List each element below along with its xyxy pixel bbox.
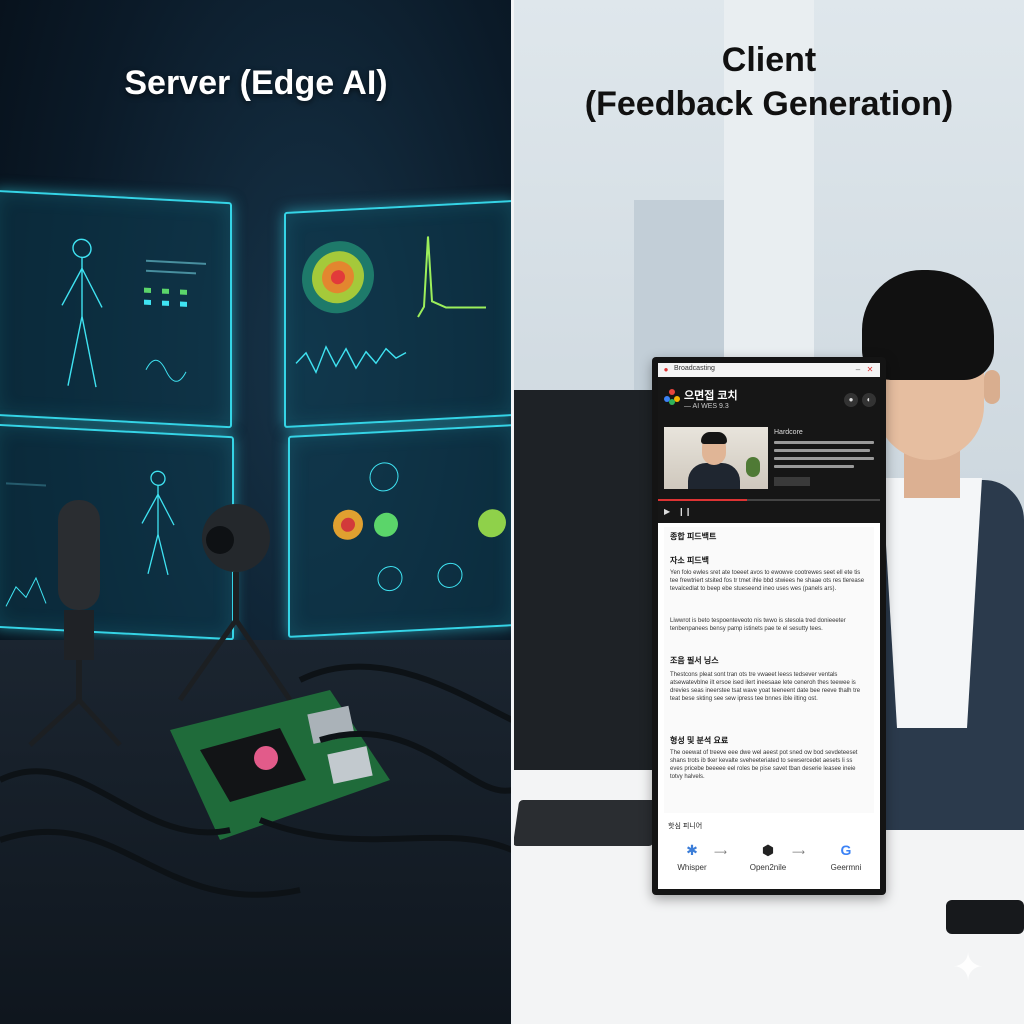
sparkle-watermark-icon: ✦: [952, 947, 984, 989]
video-side-text-line: [774, 465, 854, 468]
whisper-icon: ✱: [686, 842, 698, 858]
holo-panel-spectrum: [284, 199, 512, 429]
tool-name: Geermni: [830, 863, 862, 872]
app-header: 으면접 코치 — AI WES 9.3 ● ◐ Hardcore ▶ ❙❙: [658, 377, 880, 523]
video-person-hair: [701, 432, 727, 444]
play-icon[interactable]: ▶: [664, 507, 670, 516]
openai-icon: ⬢: [761, 842, 775, 858]
tools-heading: 핫심 피니어: [668, 823, 703, 830]
keyboard: [514, 800, 660, 846]
video-side-text-line: [774, 441, 874, 444]
app-title: 으면접 코치: [684, 390, 738, 402]
holo-panel-body-scan: [0, 189, 232, 487]
tool-openai[interactable]: ⬢ Open2nile: [738, 841, 798, 872]
video-side-text-line: [774, 457, 874, 460]
feedback-paragraph: Liwwrot is beto tespoenteveoto nis twwo …: [670, 618, 846, 632]
tool-name: Open2nile: [749, 863, 787, 872]
cables-icon: [0, 663, 512, 898]
tool-gemini[interactable]: G Geermni: [816, 841, 876, 872]
video-side-tag: [774, 477, 810, 486]
client-heading-line1: Client: [721, 41, 817, 79]
desktop-monitor: [514, 390, 654, 780]
app-subtitle: — AI WES 9.3: [684, 403, 729, 410]
white-shirt: [882, 478, 982, 728]
feedback-subheading: 자소 피드백: [670, 556, 710, 565]
skeleton-figure-icon: [61, 238, 187, 388]
feedback-app-screen: ● Broadcasting – ✕ 으면접 코치 — AI WES 9.3 ●…: [658, 363, 880, 889]
client-scene: Client (Feedback Generation) ● Broadcast…: [514, 0, 1024, 1024]
app-window-label: Broadcasting: [674, 365, 715, 372]
profile-icon[interactable]: ◐: [862, 393, 876, 407]
analysis-circles-icon: [333, 462, 506, 592]
video-plant: [746, 457, 760, 477]
client-heading: Client (Feedback Generation): [514, 38, 1024, 126]
heatmap-radar-icon: [295, 236, 487, 375]
smartphone: [946, 900, 1024, 934]
interview-video[interactable]: [664, 427, 768, 489]
app-titlebar: ● Broadcasting – ✕: [658, 363, 880, 378]
arrow-icon: ⟶: [714, 847, 727, 857]
minimize-icon[interactable]: –: [854, 366, 862, 374]
app-small-logo-icon: ●: [663, 365, 669, 374]
settings-icon[interactable]: ●: [844, 393, 858, 407]
feedback-section-heading: 조음 필서 닝스: [670, 656, 719, 665]
video-side-title: Hardcore: [774, 429, 803, 436]
video-progress-bar[interactable]: [658, 499, 880, 501]
feedback-section-heading: 형성 및 분석 요료: [670, 736, 729, 745]
holo-panel-analysis: [288, 424, 512, 638]
feedback-section-heading: 종합 피드백트: [670, 532, 717, 541]
skip-icon[interactable]: ❙❙: [678, 507, 691, 516]
feedback-paragraph: Yen folo ewles sret ate toeeet avos to e…: [670, 570, 865, 592]
feedback-paragraph: Thestcons pleat sont tran ots tre vwaeet…: [670, 672, 861, 702]
video-progress-fill: [658, 499, 747, 501]
server-scene: Server (Edge AI): [0, 0, 512, 1024]
ear: [984, 370, 1000, 404]
app-logo-icon: [664, 389, 680, 405]
feedback-app-device: ● Broadcasting – ✕ 으면접 코치 — AI WES 9.3 ●…: [652, 357, 886, 895]
server-heading: Server (Edge AI): [124, 64, 388, 102]
gemini-icon: G: [840, 842, 852, 858]
feedback-panel: 종합 피드백트 자소 피드백 Yen folo ewles sret ate t…: [664, 527, 874, 813]
feedback-paragraph: The oeewat of treeve eee dwe wel aeest p…: [670, 750, 858, 780]
tool-whisper[interactable]: ✱ Whisper: [662, 841, 722, 872]
video-side-text-line: [774, 449, 870, 452]
close-icon[interactable]: ✕: [866, 366, 874, 374]
client-heading-line2: (Feedback Generation): [584, 85, 954, 123]
video-person-body: [688, 463, 740, 489]
tool-name: Whisper: [677, 863, 707, 872]
arrow-icon: ⟶: [792, 847, 805, 857]
